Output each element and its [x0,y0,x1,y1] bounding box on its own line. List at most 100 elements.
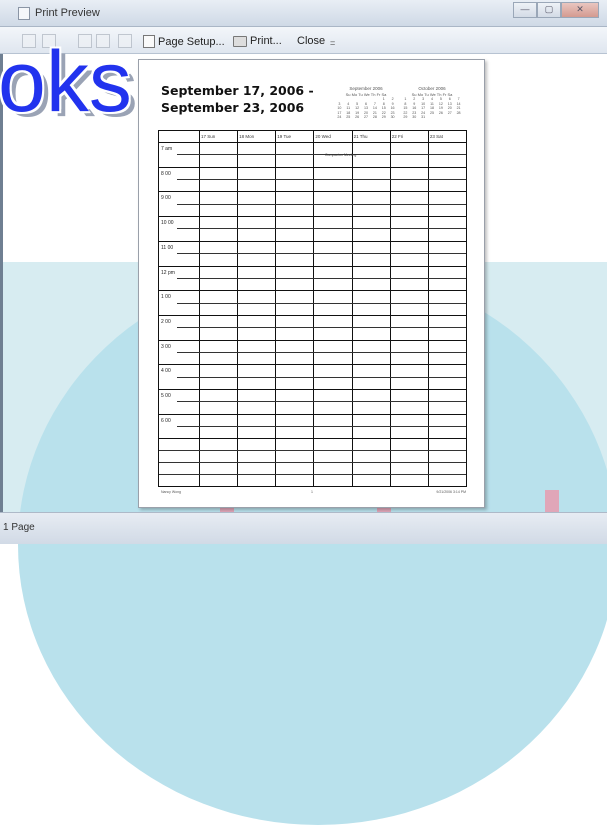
half-hour-line [177,376,466,378]
page-count: 1 Page [3,522,35,533]
notes-row-line [159,450,466,452]
close-button[interactable]: Close [297,35,325,47]
toolbar-overflow-icon[interactable]: = [330,38,335,48]
appointment-label: Companion Meeting [325,153,357,157]
date-range-line2: September 23, 2006 [161,100,305,115]
hour-label: 3 00 [161,343,171,350]
mini-calendar-september: September 2006 Su Mo Tu We Th Fr Sa 1234… [335,86,397,120]
hour-line [159,438,466,440]
preview-page: September 17, 2006 - September 23, 2006 … [138,59,485,508]
hour-label: 8 00 [161,170,171,177]
day-header-tue: 19 Tue [277,134,292,139]
page-setup-label: Page Setup... [158,35,225,48]
half-hour-line [177,203,466,205]
grid-column-line [275,131,277,486]
half-hour-line [177,426,466,428]
hour-line [159,413,466,415]
watermark-text: oks [0,34,132,130]
mini-calendar-day: 30 [412,115,417,120]
hour-line [159,166,466,168]
mini-calendar-grid: 1 2 3 4 5 6 7 8 9 10 11 12 13 14 15 16 17 18 19 20 21 22 23 24 2… [401,97,463,120]
hour-line [159,314,466,316]
maximize-button[interactable]: ▢ [537,2,561,18]
status-bar: 1 Page [0,512,607,544]
mini-calendar-title: September 2006 [349,86,383,91]
half-hour-line [177,327,466,329]
half-hour-line [177,277,466,279]
footer-timestamp: 9/21/2006 3:14 PM [436,490,466,494]
close-label: Close [297,35,326,47]
hour-label: 2 00 [161,318,171,325]
printer-icon [233,35,247,47]
hour-line [159,265,466,267]
mini-calendar-day: 31 [421,115,426,120]
date-range-heading: September 17, 2006 - September 23, 2006 [161,82,314,116]
footer-author: Nancy Wong [161,490,181,494]
page-setup-icon [143,35,155,48]
notes-row-line [159,462,466,464]
hour-label: 7 am [161,146,173,152]
half-hour-line [177,302,466,304]
mini-calendar-day: 27 [363,115,368,120]
mini-calendar-day: 25 [346,115,351,120]
half-hour-line [177,154,466,156]
mini-calendar-day: 28 [372,115,377,120]
day-header-sun: 17 Sun [201,134,216,139]
print-preview-app-icon [18,7,30,20]
mini-calendar-day: 26 [355,115,360,120]
mini-calendar-day: 29 [403,115,408,120]
hour-line [159,216,466,218]
grid-column-line [389,131,391,486]
hour-line [159,389,466,390]
half-hour-line [177,351,466,353]
day-header-sat: 23 Sat [429,134,443,139]
hour-label: 6 00 [161,417,171,424]
mini-calendar-day: 25 [429,110,434,115]
grid-column-line [237,131,239,486]
title-bar: Print Preview — ▢ ✕ [0,0,607,27]
hour-line [159,339,466,341]
hour-line [159,290,466,292]
window-title: Print Preview [35,7,100,19]
day-header-mon: 18 Mon [239,134,255,139]
hour-label: 11 00 [161,244,174,251]
hour-line [159,364,466,366]
half-hour-line [177,401,466,403]
grid-column-line [427,131,429,486]
hour-line [159,191,466,193]
day-header-fri: 22 Fri [391,134,404,139]
mini-calendar-day: 29 [381,115,386,120]
day-header-wed: 20 Wed [315,134,331,139]
mini-calendar-october: October 2006 Su Mo Tu We Th Fr Sa 123456… [401,86,463,120]
half-hour-line [177,179,466,181]
hour-label: 9 00 [161,195,171,202]
mini-calendar-day: 26 [438,110,443,115]
print-button[interactable]: Print... [233,35,282,47]
notes-row-line [159,474,466,476]
window-controls: — ▢ ✕ [513,2,599,18]
grid-column-line [466,131,467,486]
minimize-button[interactable]: — [513,2,537,18]
print-label: Print... [250,35,282,47]
hour-label: 12 pm [161,269,175,276]
week-calendar-grid: 17 Sun 18 Mon 19 Tue 20 Wed 21 Thu 22 Fri 23 S… [158,130,467,487]
grid-column-line [351,131,353,486]
footer-page-number: 1 [311,490,313,494]
hour-label: 4 00 [161,368,171,375]
mini-calendar-grid: 1 2 3 4 5 6 7 8 9 10 11 12 13 14 15 16 17 18 19 20 21 22 23 24 2… [335,97,397,120]
close-window-button[interactable]: ✕ [561,2,599,18]
mini-calendar-day: 27 [447,110,452,115]
hour-label: 10 00 [161,220,174,227]
day-header-thu: 21 Thu [353,134,368,139]
page-setup-button[interactable]: Page Setup... [143,35,225,48]
mini-calendar-day: 24 [337,115,342,120]
mini-calendar-day: 30 [390,115,395,120]
half-hour-line [177,253,466,255]
hour-label: 1 00 [161,294,171,301]
date-range-line1: September 17, 2006 - [161,83,314,98]
hour-label: 5 00 [161,393,171,399]
half-hour-line [177,228,466,230]
mini-calendar-day: 28 [456,110,461,115]
mini-calendar-title: October 2006 [418,86,446,91]
grid-column-line [199,131,200,486]
